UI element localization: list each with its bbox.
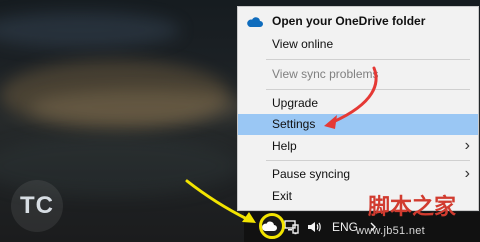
watermark-url: www.jb51.net [356, 225, 426, 237]
watermark: 脚本之家 www.jb51.net [356, 195, 480, 241]
screen: TC Open your OneDrive folder View online… [0, 0, 480, 242]
red-arrowhead-icon [324, 115, 337, 129]
red-arrow-icon [331, 66, 378, 124]
watermark-title: 脚本之家 [368, 194, 457, 219]
yellow-arrow-icon [185, 179, 249, 221]
